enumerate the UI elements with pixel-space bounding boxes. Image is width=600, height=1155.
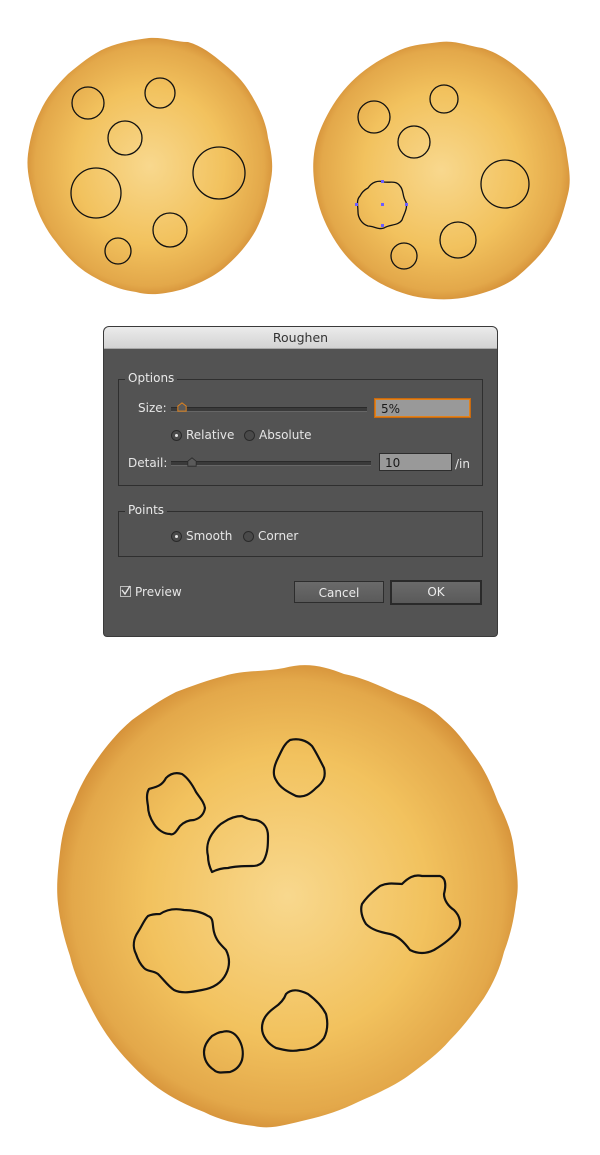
cookie-after-illustration: [54, 660, 528, 1136]
absolute-radio[interactable]: [244, 430, 255, 441]
cookie-preview-illustration: [310, 38, 572, 300]
options-group-label: Options: [125, 371, 178, 385]
smooth-label[interactable]: Smooth: [186, 529, 232, 543]
absolute-label[interactable]: Absolute: [259, 428, 311, 442]
points-group-label: Points: [125, 503, 168, 517]
size-slider[interactable]: [171, 407, 367, 412]
relative-label[interactable]: Relative: [186, 428, 234, 442]
relative-radio[interactable]: [171, 430, 182, 441]
detail-input[interactable]: 10: [379, 453, 452, 471]
ok-button[interactable]: OK: [390, 580, 482, 605]
dialog-title: Roughen: [104, 327, 497, 349]
corner-radio[interactable]: [243, 531, 254, 542]
preview-checkbox[interactable]: [120, 585, 131, 597]
size-slider-thumb[interactable]: [177, 402, 187, 412]
cookie-before-illustration: [24, 34, 274, 296]
cancel-button[interactable]: Cancel: [294, 581, 384, 603]
smooth-radio[interactable]: [171, 531, 182, 542]
detail-unit: /in: [455, 457, 470, 471]
cookie-body: [57, 665, 518, 1128]
detail-slider-thumb[interactable]: [187, 457, 197, 467]
size-label: Size:: [138, 401, 167, 415]
detail-label: Detail:: [128, 456, 168, 470]
checkmark-icon: [121, 585, 131, 596]
detail-slider[interactable]: [171, 461, 371, 466]
roughen-dialog: Roughen Options Size: 5% Relative Absolu…: [104, 327, 497, 636]
size-input[interactable]: 5%: [375, 399, 470, 417]
preview-label[interactable]: Preview: [135, 585, 182, 599]
corner-label[interactable]: Corner: [258, 529, 298, 543]
cookie-body: [27, 37, 273, 295]
cookie-body: [313, 41, 570, 300]
